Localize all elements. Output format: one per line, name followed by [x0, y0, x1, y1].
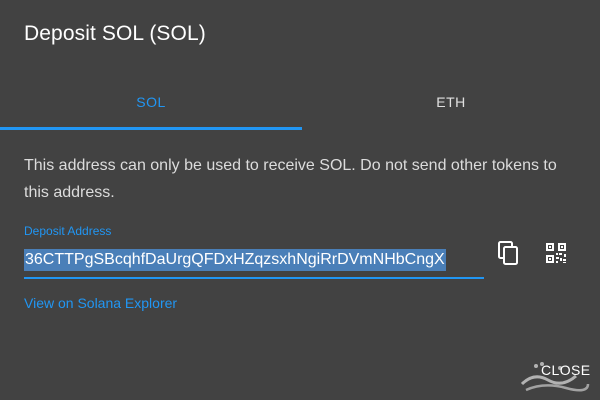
qr-code-button[interactable]: [541, 238, 571, 268]
deposit-dialog: Deposit SOL (SOL) SOL ETH This address c…: [0, 0, 600, 400]
network-tabs: SOL ETH: [0, 72, 600, 132]
deposit-address-value[interactable]: 36CTTPgSBcqhfDaUrgQFDxHZqzsxhNgiRrDVmNHb…: [24, 249, 446, 271]
dialog-title: Deposit SOL (SOL): [24, 22, 206, 45]
qr-code-icon: [546, 243, 566, 263]
view-on-explorer-link[interactable]: View on Solana Explorer: [24, 295, 177, 311]
close-button[interactable]: CLOSE: [541, 362, 590, 378]
field-underline: [24, 277, 484, 279]
copy-button[interactable]: [494, 238, 524, 268]
copy-icon: [498, 241, 518, 265]
tab-eth[interactable]: ETH: [302, 72, 600, 132]
active-tab-indicator: [0, 127, 302, 130]
warning-message: This address can only be used to receive…: [24, 157, 557, 201]
deposit-address-label: Deposit Address: [24, 224, 112, 238]
deposit-address-field[interactable]: 36CTTPgSBcqhfDaUrgQFDxHZqzsxhNgiRrDVmNHb…: [24, 246, 484, 280]
tab-sol[interactable]: SOL: [0, 72, 302, 132]
